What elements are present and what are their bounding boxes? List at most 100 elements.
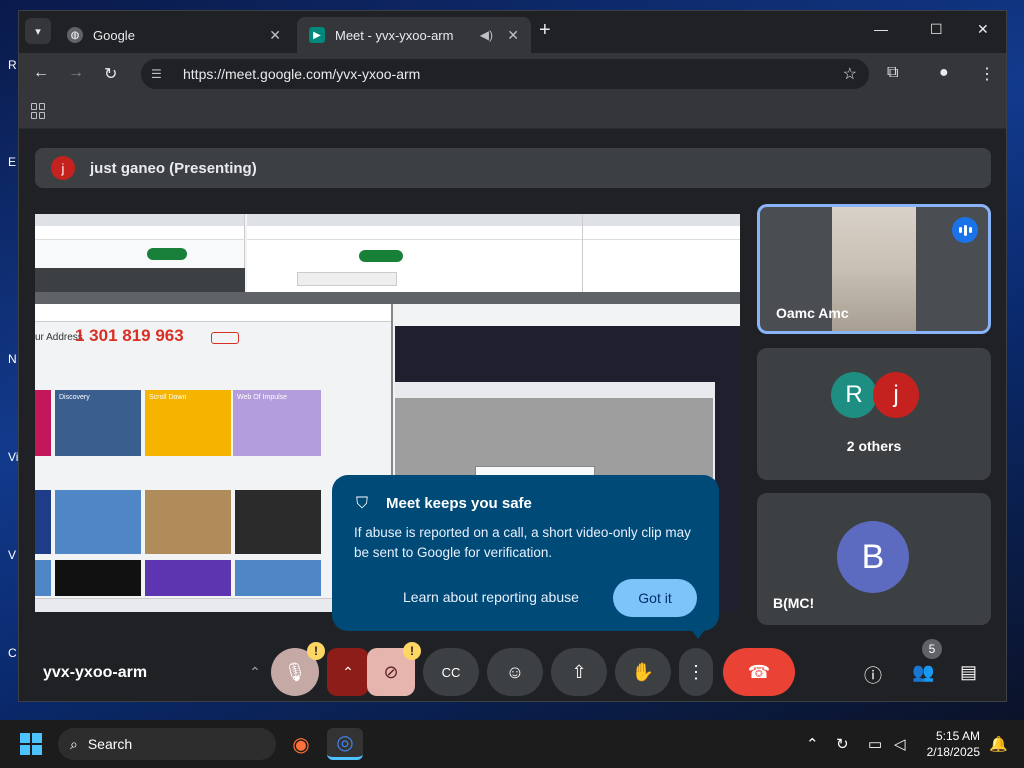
mic-off-icon: 🎙 xyxy=(283,661,307,682)
participant-name: Oamc Amc xyxy=(776,305,849,321)
taskbar-search-label: Search xyxy=(87,736,133,752)
chrome-icon[interactable]: ◎ xyxy=(327,728,363,760)
end-call-button[interactable]: ☎ xyxy=(723,648,795,696)
tray-overflow-chevron-icon[interactable]: ⌃ xyxy=(806,735,819,753)
browser-window: ▾ ◍ Google ✕ ▶ Meet - yvx-yxoo-arm ◀) ✕ … xyxy=(18,10,1007,702)
shared-browser-window xyxy=(35,214,245,304)
shared-browser-window xyxy=(247,214,582,304)
close-icon[interactable]: ✕ xyxy=(507,27,519,44)
taskbar-search[interactable]: ⌕ Search xyxy=(58,728,276,760)
more-vert-icon: ⋮ xyxy=(687,661,705,682)
forward-button[interactable]: → xyxy=(68,64,84,82)
hang-up-icon: ☎ xyxy=(747,661,771,682)
meet-icon: ▶ xyxy=(309,27,325,43)
shared-card: Discovery xyxy=(55,390,141,456)
shield-icon: ⛉ xyxy=(356,495,369,512)
presenter-name: just ganeo (Presenting) xyxy=(90,159,257,177)
new-tab-button[interactable]: + xyxy=(539,19,551,42)
reactions-button[interactable]: ☺ xyxy=(487,648,543,696)
hand-icon: ✋ xyxy=(631,661,655,682)
reload-button[interactable]: ↻ xyxy=(104,64,117,84)
speaker-icon[interactable]: ◀) xyxy=(480,28,493,42)
address-bar[interactable]: ☰ https://meet.google.com/yvx-yxoo-arm ☆ xyxy=(141,59,869,89)
browser-toolbar: ← → ↻ ☰ https://meet.google.com/yvx-yxoo… xyxy=(19,53,1006,95)
participant-avatar: B xyxy=(837,521,909,593)
safety-popup: ⛉ Meet keeps you safe If abuse is report… xyxy=(332,475,719,639)
participant-tile-others[interactable]: R j 2 others xyxy=(757,348,991,480)
popup-body: If abuse is reported on a call, a short … xyxy=(354,525,691,560)
camera-off-icon: ⊘ xyxy=(383,661,399,682)
desktop-icon-label[interactable]: E xyxy=(8,155,16,169)
shared-card: Web Of Impulse xyxy=(233,390,321,456)
presenter-avatar: j xyxy=(51,156,75,180)
profile-icon[interactable]: ● xyxy=(939,64,949,82)
warning-badge: ! xyxy=(403,642,421,660)
site-settings-icon[interactable]: ☰ xyxy=(151,67,171,81)
presenting-banner: j just ganeo (Presenting) xyxy=(35,148,991,188)
more-options-button[interactable]: ⋮ xyxy=(679,648,713,696)
participant-avatar: R xyxy=(831,372,877,418)
participant-tile[interactable]: B B(MC! xyxy=(757,493,991,625)
back-button[interactable]: ← xyxy=(33,64,49,82)
taskbar: ⌕ Search ◉ ◎ ⌃ ↻ ▭ ◁ 5:15 AM 2/18/2025 🔔 xyxy=(0,720,1024,768)
camera-button[interactable]: ⊘ ! xyxy=(367,642,421,696)
close-icon[interactable]: ✕ xyxy=(269,27,281,44)
desktop-icon-label[interactable]: N xyxy=(8,352,17,366)
learn-more-link[interactable]: Learn about reporting abuse xyxy=(403,589,579,605)
volume-muted-icon[interactable]: ◁ xyxy=(894,735,906,753)
firefox-icon[interactable]: ◉ xyxy=(283,728,319,760)
bookmark-star-icon[interactable]: ☆ xyxy=(843,64,857,84)
popup-title: Meet keeps you safe xyxy=(386,495,532,512)
participant-avatar: j xyxy=(873,372,919,418)
tab-label: Meet - yvx-yxoo-arm xyxy=(335,27,454,43)
sync-icon[interactable]: ↻ xyxy=(836,735,849,753)
participant-tile[interactable]: Oamc Amc xyxy=(757,204,991,334)
display-icon[interactable]: ▭ xyxy=(868,735,882,753)
speaking-indicator-icon xyxy=(952,217,978,243)
meet-control-bar: yvx-yxoo-arm ⌃ 🎙 ! ⌃ ⊘ ! CC ☺ ⇧ ✋ ⋮ ☎ ⓘ … xyxy=(19,634,1006,701)
tab-label: Google xyxy=(93,27,135,43)
participant-name: 2 others xyxy=(846,438,902,454)
menu-icon[interactable]: ⋮ xyxy=(979,64,995,84)
captions-icon: CC xyxy=(441,664,461,680)
tab-meet[interactable]: ▶ Meet - yvx-yxoo-arm ◀) ✕ xyxy=(297,17,531,53)
warning-badge: ! xyxy=(307,642,325,660)
captions-button[interactable]: CC xyxy=(423,648,479,696)
meeting-details-icon[interactable]: ⓘ xyxy=(864,662,882,688)
maximize-button[interactable]: ☐ xyxy=(930,21,943,38)
notification-bell-icon[interactable]: 🔔 xyxy=(989,735,1008,753)
url-text[interactable]: https://meet.google.com/yvx-yxoo-arm xyxy=(183,66,420,82)
bookmarks-bar xyxy=(19,95,1006,129)
window-close-button[interactable]: ✕ xyxy=(977,21,989,38)
system-clock[interactable]: 5:15 AM 2/18/2025 xyxy=(920,728,980,760)
video-options-chevron[interactable]: ⌃ xyxy=(327,648,369,696)
clock-date: 2/18/2025 xyxy=(926,745,980,759)
shared-browser-window xyxy=(582,214,740,304)
got-it-button[interactable]: Got it xyxy=(613,579,697,617)
start-button[interactable] xyxy=(20,733,42,755)
people-icon[interactable]: 👥 xyxy=(912,662,934,683)
minimize-button[interactable]: — xyxy=(874,21,888,37)
chat-icon[interactable]: ▤ xyxy=(960,662,977,683)
clock-time: 5:15 AM xyxy=(935,729,980,743)
present-button[interactable]: ⇧ xyxy=(551,648,607,696)
raise-hand-button[interactable]: ✋ xyxy=(615,648,671,696)
people-count-badge: 5 xyxy=(922,639,942,659)
present-screen-icon: ⇧ xyxy=(571,661,587,682)
mic-button[interactable]: 🎙 ! xyxy=(271,642,325,696)
desktop-icons-edge: R E N Vis V C xyxy=(0,0,24,720)
tab-strip: ▾ ◍ Google ✕ ▶ Meet - yvx-yxoo-arm ◀) ✕ … xyxy=(19,11,1006,53)
phone-number: 1 301 819 963 xyxy=(75,326,184,345)
globe-icon: ◍ xyxy=(67,27,83,43)
desktop-icon-label[interactable]: R xyxy=(8,58,17,72)
tab-google[interactable]: ◍ Google ✕ xyxy=(55,17,293,53)
meeting-code: yvx-yxoo-arm xyxy=(43,664,148,681)
apps-grid-icon[interactable] xyxy=(31,103,47,119)
emoji-icon: ☺ xyxy=(505,661,525,682)
tab-search-button[interactable]: ▾ xyxy=(25,18,51,44)
shared-card: Scroll Down xyxy=(145,390,231,456)
extensions-icon[interactable]: ⧉ xyxy=(887,64,898,82)
desktop-icon-label[interactable]: V xyxy=(8,548,16,562)
desktop-icon-label[interactable]: C xyxy=(8,646,17,660)
search-icon: ⌕ xyxy=(70,735,78,752)
